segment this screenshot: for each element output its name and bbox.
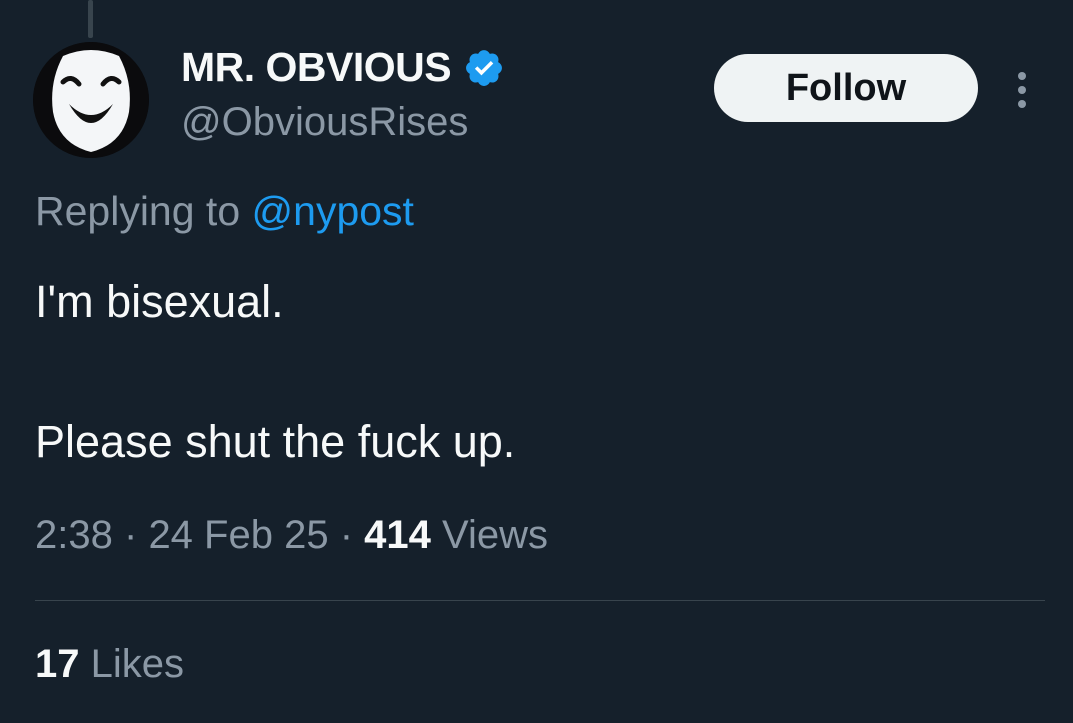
reply-mention-link[interactable]: @nypost [252,188,414,234]
more-dot [1018,72,1026,80]
views-count: 414 [364,513,431,557]
mask-avatar-icon [33,42,149,158]
tweet-text: I'm bisexual. Please shut the fuck up. [35,272,515,472]
verified-badge-icon[interactable] [463,47,505,89]
tweet-time[interactable]: 2:38 [35,513,113,557]
author-handle[interactable]: @ObviousRises [181,100,468,145]
meta-separator: · [123,513,138,557]
replying-to-label: Replying to [35,188,241,234]
more-dot [1018,86,1026,94]
replying-to-line: Replying to @nypost [35,188,414,235]
author-display-name[interactable]: MR. OBVIOUS [181,44,505,91]
more-vertical-icon[interactable] [1004,68,1040,112]
follow-button[interactable]: Follow [714,54,978,122]
thread-connector-line [88,0,93,38]
more-dot [1018,100,1026,108]
views-label: Views [442,513,549,557]
display-name-text: MR. OBVIOUS [181,44,452,90]
likes-count: 17 [35,642,80,686]
tweet-paragraph: I'm bisexual. [35,276,284,327]
avatar[interactable] [33,42,149,158]
tweet-meta: 2:38 · 24 Feb 25 · 414 Views [35,513,548,558]
likes-label: Likes [90,642,185,686]
likes-link[interactable]: 17 Likes [35,642,184,687]
meta-separator: · [339,513,354,557]
divider [35,600,1045,601]
tweet-date[interactable]: 24 Feb 25 [148,513,328,557]
tweet-paragraph: Please shut the fuck up. [35,416,516,467]
